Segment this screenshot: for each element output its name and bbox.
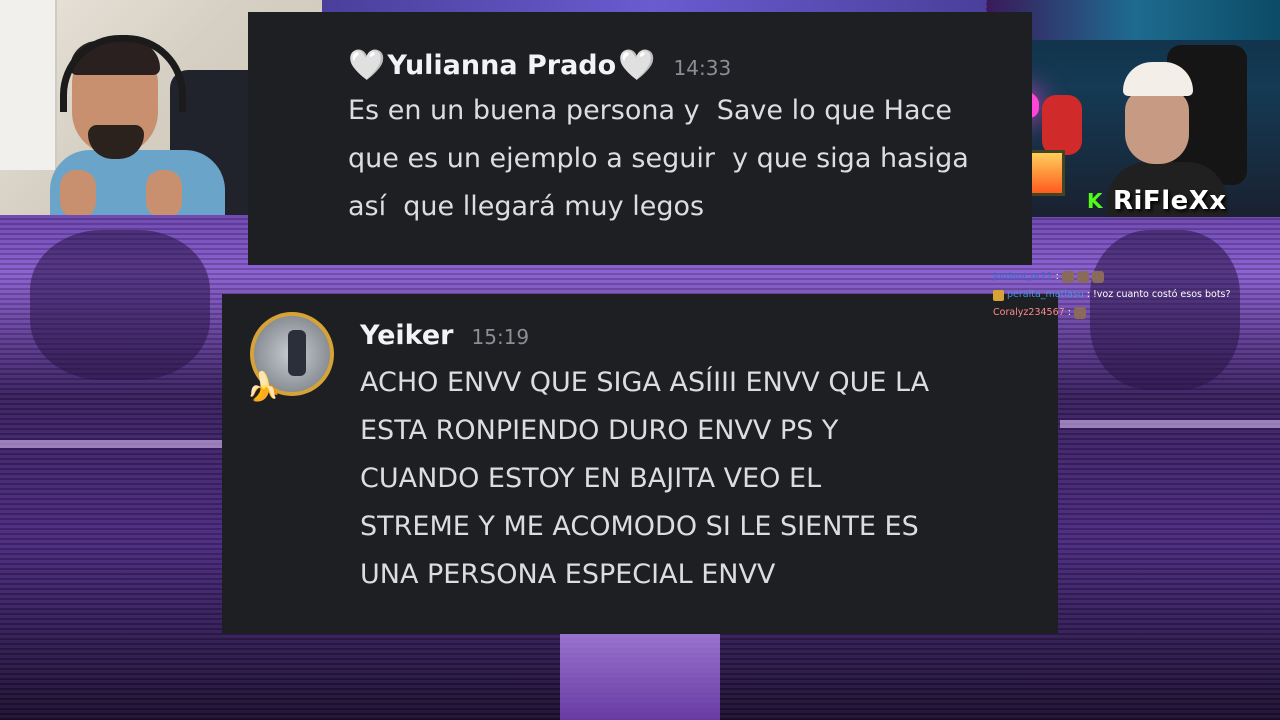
santa-figure (1042, 95, 1082, 155)
chat-line: Coralyz234567 : (993, 304, 1280, 322)
emote-icon (1076, 271, 1089, 283)
heart-icon: 🤍 (618, 48, 656, 83)
message-header: 🤍 Yulianna Prado 🤍 14:33 (348, 48, 731, 83)
streamer-tag: K RiFleXx (1087, 186, 1227, 216)
chat-username: Coralyz234567 (993, 307, 1065, 318)
chat-username: peralta_matiasu (1007, 289, 1084, 300)
message-card-2: Yeiker 15:19 ACHO ENVV QUE SIGA ASÍIII E… (222, 294, 1058, 634)
message-time: 15:19 (471, 325, 530, 349)
message-header: Yeiker 15:19 (360, 320, 529, 351)
message-body: ACHO ENVV QUE SIGA ASÍIII ENVV QUE LA ES… (360, 367, 930, 590)
chat-line: Jordani_pr11 : (993, 268, 1280, 286)
emote-icon (1091, 271, 1104, 283)
message-card-1: 🤍 Yulianna Prado 🤍 14:33 Es en un buena … (248, 12, 1032, 265)
guest-person (50, 35, 225, 215)
message-author: Yulianna Prado (387, 50, 617, 81)
message-body: Es en un buena persona y Save lo que Hac… (348, 95, 969, 222)
background-streak (0, 440, 260, 448)
banana-icon: 🍌 (246, 370, 281, 403)
message-time: 14:33 (673, 56, 732, 80)
cap (1123, 62, 1193, 96)
chat-username: Jordani_pr11 (993, 271, 1053, 282)
crown-badge-icon (993, 289, 1004, 301)
heart-icon: 🤍 (348, 48, 386, 83)
background-tree (30, 230, 210, 380)
background-streak (1060, 420, 1280, 428)
emote-icon (1073, 307, 1086, 319)
chat-text: !voz cuanto costó esos bots? (1092, 289, 1231, 300)
streamer-name: RiFleXx (1113, 186, 1227, 216)
kick-icon: K (1087, 189, 1103, 213)
chat-line: peralta_matiasu : !voz cuanto costó esos… (993, 286, 1280, 304)
door (0, 0, 57, 170)
emote-icon (1061, 271, 1074, 283)
message-author: Yeiker (360, 320, 454, 351)
live-chat: Jordani_pr11 : peralta_matiasu : !voz cu… (993, 268, 1280, 322)
